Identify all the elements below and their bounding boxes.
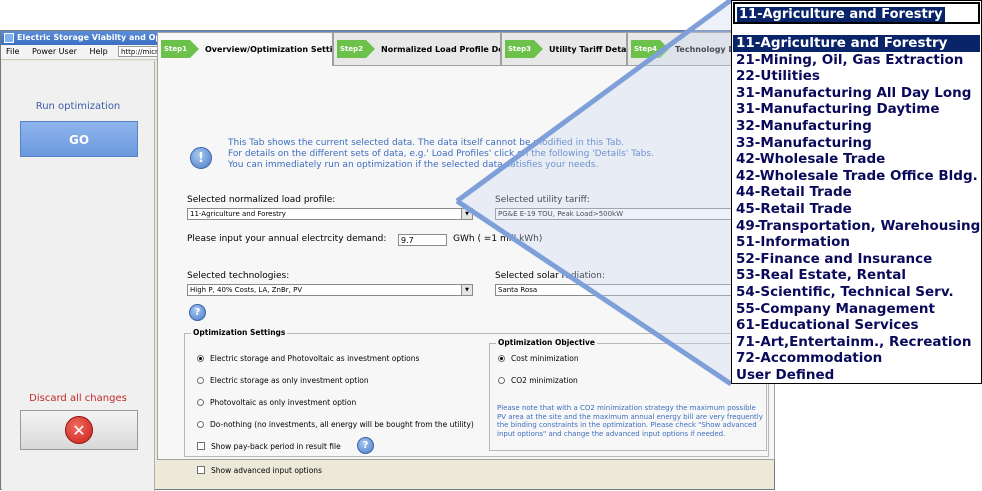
dropdown-selected-field[interactable]: 11-Agriculture and Forestry (733, 2, 980, 24)
dropdown-option[interactable]: 53-Real Estate, Rental (733, 267, 980, 284)
callout-wedge (457, 0, 731, 384)
dropdown-option[interactable]: 61-Educational Services (733, 317, 980, 334)
dropdown-option[interactable]: 33-Manufacturing (733, 135, 980, 152)
dropdown-option[interactable]: 42-Wholesale Trade Office Bldg. (733, 168, 980, 185)
dropdown-option[interactable]: 44-Retail Trade (733, 184, 980, 201)
dropdown-option-list: 11-Agriculture and Forestry 21-Mining, Oi… (733, 35, 980, 383)
dropdown-option[interactable]: 71-Art,Entertainm., Recreation (733, 334, 980, 351)
load-profile-dropdown-popup: 11-Agriculture and Forestry 11-Agricultu… (731, 0, 982, 384)
dropdown-option[interactable]: 45-Retail Trade (733, 201, 980, 218)
dropdown-option[interactable]: 21-Mining, Oil, Gas Extraction (733, 52, 980, 69)
dropdown-option[interactable]: User Defined (733, 367, 980, 384)
dropdown-option[interactable]: 49-Transportation, Warehousing (733, 218, 980, 235)
dropdown-option[interactable]: 52-Finance and Insurance (733, 251, 980, 268)
dropdown-option[interactable]: 22-Utilities (733, 68, 980, 85)
dropdown-option[interactable]: 32-Manufacturing (733, 118, 980, 135)
dropdown-option[interactable]: 31-Manufacturing Daytime (733, 101, 980, 118)
dropdown-option[interactable]: 31-Manufacturing All Day Long (733, 85, 980, 102)
dropdown-option[interactable]: 51-Information (733, 234, 980, 251)
dropdown-selected-value: 11-Agriculture and Forestry (737, 7, 945, 22)
dropdown-option[interactable]: 55-Company Management (733, 301, 980, 318)
dropdown-option[interactable]: 11-Agriculture and Forestry (733, 35, 980, 52)
dropdown-option[interactable]: 54-Scientific, Technical Serv. (733, 284, 980, 301)
dropdown-option[interactable]: 72-Accommodation (733, 350, 980, 367)
dropdown-option[interactable]: 42-Wholesale Trade (733, 151, 980, 168)
